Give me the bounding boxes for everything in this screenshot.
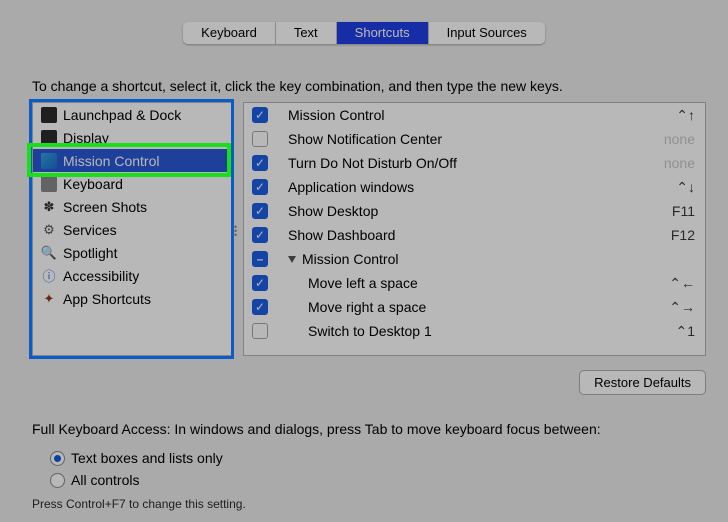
shortcut-keys[interactable]: none bbox=[664, 131, 695, 147]
checkbox[interactable] bbox=[252, 299, 268, 315]
checkbox[interactable] bbox=[252, 155, 268, 171]
shortcut-keys[interactable]: ⌃↑ bbox=[676, 107, 695, 124]
sidebar-item-label: Accessibility bbox=[63, 268, 139, 284]
app-shortcuts-icon: ✦ bbox=[41, 291, 57, 307]
shortcut-group-label: Mission Control bbox=[302, 251, 695, 267]
keyboard-access-radio-group: Text boxes and lists only All controls bbox=[50, 447, 223, 491]
sidebar-item-label: Services bbox=[63, 222, 117, 238]
shortcut-row[interactable]: Turn Do Not Disturb On/Off none bbox=[244, 151, 705, 175]
shortcut-keys[interactable]: none bbox=[664, 155, 695, 171]
checkbox[interactable] bbox=[252, 275, 268, 291]
footnote-text: Press Control+F7 to change this setting. bbox=[32, 497, 246, 511]
gear-icon: ⚙ bbox=[41, 222, 57, 238]
sidebar-item-accessibility[interactable]: ⓘ Accessibility bbox=[33, 264, 231, 287]
radio-text-boxes[interactable]: Text boxes and lists only bbox=[50, 447, 223, 469]
shortcut-label: Move left a space bbox=[288, 275, 669, 291]
sidebar-item-label: Display bbox=[63, 130, 109, 146]
shortcut-group-row[interactable]: Mission Control bbox=[244, 247, 705, 271]
checkbox[interactable] bbox=[252, 179, 268, 195]
shortcut-row[interactable]: Move left a space ⌃← bbox=[244, 271, 705, 295]
shortcut-row[interactable]: Show Notification Center none bbox=[244, 127, 705, 151]
checkbox[interactable] bbox=[252, 323, 268, 339]
instruction-text: To change a shortcut, select it, click t… bbox=[32, 78, 563, 94]
shortcuts-list[interactable]: Mission Control ⌃↑ Show Notification Cen… bbox=[243, 102, 706, 356]
checkbox[interactable] bbox=[252, 131, 268, 147]
shortcut-keys[interactable]: ⌃→ bbox=[669, 299, 695, 316]
radio-all-controls[interactable]: All controls bbox=[50, 469, 223, 491]
sidebar-item-display[interactable]: Display bbox=[33, 126, 231, 149]
checkbox-mixed[interactable] bbox=[252, 251, 268, 267]
checkbox[interactable] bbox=[252, 227, 268, 243]
restore-defaults-button[interactable]: Restore Defaults bbox=[579, 370, 706, 395]
shortcut-label: Show Dashboard bbox=[288, 227, 671, 243]
shortcut-row[interactable]: Show Desktop F11 bbox=[244, 199, 705, 223]
shortcut-row[interactable]: Mission Control ⌃↑ bbox=[244, 103, 705, 127]
shortcut-label: Application windows bbox=[288, 179, 676, 195]
radio-dot-icon bbox=[50, 473, 65, 488]
shortcut-keys[interactable]: F12 bbox=[671, 227, 695, 243]
radio-label: Text boxes and lists only bbox=[71, 450, 223, 466]
keyboard-icon bbox=[41, 176, 57, 192]
segmented-control: Keyboard Text Shortcuts Input Sources bbox=[183, 22, 545, 44]
shortcut-label: Show Notification Center bbox=[288, 131, 664, 147]
shortcut-label: Show Desktop bbox=[288, 203, 672, 219]
camera-icon: ✽ bbox=[41, 199, 57, 215]
sidebar-item-label: Mission Control bbox=[63, 153, 159, 169]
sidebar-item-label: Keyboard bbox=[63, 176, 123, 192]
sidebar-item-label: Screen Shots bbox=[63, 199, 147, 215]
sidebar-item-services[interactable]: ⚙ Services bbox=[33, 218, 231, 241]
launchpad-icon bbox=[41, 107, 57, 123]
shortcut-row[interactable]: Show Dashboard F12 bbox=[244, 223, 705, 247]
sidebar-item-mission-control[interactable]: Mission Control bbox=[33, 149, 231, 172]
shortcut-label: Move right a space bbox=[288, 299, 669, 315]
shortcut-row[interactable]: Switch to Desktop 1 ⌃1 bbox=[244, 319, 705, 343]
preference-tabs: Keyboard Text Shortcuts Input Sources bbox=[0, 22, 728, 44]
radio-label: All controls bbox=[71, 472, 139, 488]
sidebar-item-label: App Shortcuts bbox=[63, 291, 151, 307]
accessibility-icon: ⓘ bbox=[41, 268, 57, 284]
sidebar-item-screenshots[interactable]: ✽ Screen Shots bbox=[33, 195, 231, 218]
shortcut-keys[interactable]: ⌃↓ bbox=[676, 179, 695, 196]
sidebar-item-app-shortcuts[interactable]: ✦ App Shortcuts bbox=[33, 287, 231, 310]
pane-resize-handle[interactable]: ••• bbox=[234, 225, 242, 237]
sidebar-item-label: Launchpad & Dock bbox=[63, 107, 181, 123]
tab-shortcuts[interactable]: Shortcuts bbox=[337, 22, 429, 44]
shortcut-keys[interactable]: F11 bbox=[672, 203, 695, 219]
shortcut-label: Turn Do Not Disturb On/Off bbox=[288, 155, 664, 171]
shortcut-row[interactable]: Application windows ⌃↓ bbox=[244, 175, 705, 199]
search-icon: 🔍 bbox=[41, 245, 57, 261]
radio-dot-icon bbox=[50, 451, 65, 466]
restore-defaults-container: Restore Defaults bbox=[579, 370, 706, 395]
tab-input-sources[interactable]: Input Sources bbox=[429, 22, 545, 44]
checkbox[interactable] bbox=[252, 107, 268, 123]
shortcut-label: Mission Control bbox=[288, 107, 676, 123]
mission-control-icon bbox=[41, 153, 57, 169]
checkbox[interactable] bbox=[252, 203, 268, 219]
shortcut-label: Switch to Desktop 1 bbox=[288, 323, 675, 339]
disclosure-triangle-icon[interactable] bbox=[288, 256, 296, 263]
category-sidebar[interactable]: Launchpad & Dock Display Mission Control… bbox=[32, 102, 232, 356]
tab-text[interactable]: Text bbox=[276, 22, 337, 44]
sidebar-item-keyboard[interactable]: Keyboard bbox=[33, 172, 231, 195]
shortcut-keys[interactable]: ⌃1 bbox=[675, 323, 695, 340]
full-keyboard-access-text: Full Keyboard Access: In windows and dia… bbox=[32, 421, 601, 437]
shortcut-keys[interactable]: ⌃← bbox=[669, 275, 695, 292]
sidebar-item-label: Spotlight bbox=[63, 245, 117, 261]
sidebar-item-launchpad[interactable]: Launchpad & Dock bbox=[33, 103, 231, 126]
display-icon bbox=[41, 130, 57, 146]
sidebar-item-spotlight[interactable]: 🔍 Spotlight bbox=[33, 241, 231, 264]
shortcut-row[interactable]: Move right a space ⌃→ bbox=[244, 295, 705, 319]
tab-keyboard[interactable]: Keyboard bbox=[183, 22, 276, 44]
